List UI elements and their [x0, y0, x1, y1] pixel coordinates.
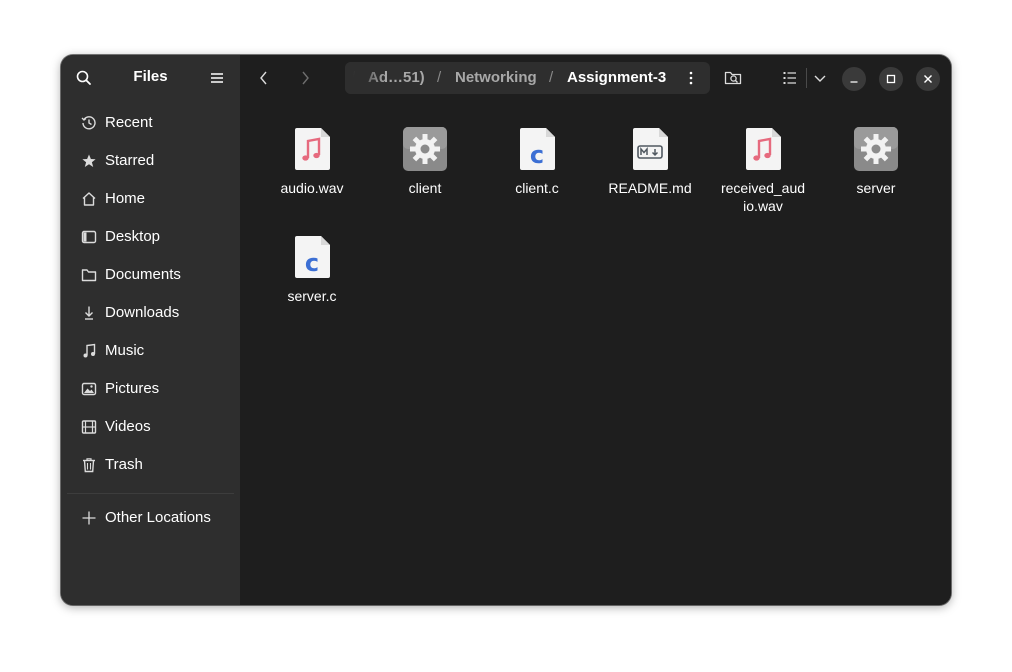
sidebar: Files Recent Starred Home Desktop Docume…	[61, 55, 240, 605]
svg-text:c: c	[305, 249, 319, 277]
main-content: / Ad…51) / Networking / Assignment-3	[240, 55, 951, 605]
chevron-left-icon	[260, 71, 267, 85]
sidebar-item-label: Downloads	[105, 304, 180, 321]
svg-text:c: c	[530, 141, 544, 169]
desktop-icon	[81, 229, 97, 245]
pictures-icon	[81, 381, 97, 397]
plus-icon	[81, 510, 97, 526]
sidebar-item-home[interactable]: Home	[69, 182, 234, 216]
sidebar-item-starred[interactable]: Starred	[69, 144, 234, 178]
header-bar: / Ad…51) / Networking / Assignment-3	[240, 55, 951, 101]
file-name: client.c	[515, 180, 559, 196]
star-icon	[81, 153, 97, 169]
chevron-right-icon	[302, 71, 309, 85]
minimize-button[interactable]	[842, 67, 866, 91]
sidebar-item-label: Starred	[105, 152, 155, 169]
file-name: client	[408, 180, 442, 196]
view-options-button[interactable]	[812, 70, 828, 86]
markdown-file-icon	[630, 127, 670, 171]
breadcrumb-separator: /	[437, 69, 442, 86]
sidebar-item-downloads[interactable]: Downloads	[69, 296, 234, 330]
sidebar-item-other-locations[interactable]: Other Locations	[69, 501, 234, 535]
audio-file-icon	[743, 127, 783, 171]
maximize-icon	[886, 74, 896, 84]
executable-gear-icon	[854, 127, 898, 171]
sidebar-item-music[interactable]: Music	[69, 334, 234, 368]
music-icon	[81, 343, 97, 359]
c-source-file-icon: c	[517, 127, 557, 171]
minimize-icon	[850, 81, 858, 83]
sidebar-divider	[67, 493, 234, 494]
home-icon	[81, 191, 97, 207]
sidebar-item-videos[interactable]: Videos	[69, 410, 234, 444]
sidebar-item-label: Music	[105, 342, 145, 359]
list-view-icon	[783, 72, 796, 84]
sidebar-item-label: Pictures	[105, 380, 160, 397]
sidebar-item-documents[interactable]: Documents	[69, 258, 234, 292]
executable-gear-icon	[403, 127, 447, 171]
c-source-file-icon: c	[292, 235, 332, 279]
sidebar-item-label: Trash	[105, 456, 143, 473]
file-name: server.c	[287, 288, 337, 304]
sidebar-item-recent[interactable]: Recent	[69, 106, 234, 140]
search-folder-button[interactable]	[724, 69, 742, 87]
sidebar-item-label: Recent	[105, 114, 153, 131]
sidebar-item-label: Home	[105, 190, 146, 207]
breadcrumb: / Ad…51) / Networking / Assignment-3	[345, 62, 710, 94]
breadcrumb-current[interactable]: Assignment-3	[567, 69, 666, 86]
file-name: received_audio.wav	[720, 180, 806, 214]
kebab-menu-icon	[689, 71, 693, 85]
app-title: Files	[133, 68, 168, 85]
videos-icon	[81, 419, 97, 435]
file-name: audio.wav	[280, 180, 344, 196]
close-button[interactable]	[916, 67, 940, 91]
folder-search-icon	[724, 71, 742, 85]
audio-file-icon	[292, 127, 332, 171]
file-manager-window: Files Recent Starred Home Desktop Docume…	[61, 55, 951, 605]
sidebar-item-label: Desktop	[105, 228, 161, 245]
breadcrumb-fade	[345, 62, 385, 94]
sidebar-item-trash[interactable]: Trash	[69, 448, 234, 482]
clock-icon	[81, 115, 97, 131]
sidebar-item-pictures[interactable]: Pictures	[69, 372, 234, 406]
sidebar-item-label: Documents	[105, 266, 181, 283]
folder-menu-button[interactable]	[683, 70, 699, 86]
list-view-button[interactable]	[782, 70, 798, 86]
chevron-down-icon	[814, 75, 826, 82]
search-icon[interactable]	[75, 69, 93, 87]
close-icon	[924, 75, 932, 83]
sidebar-item-label: Other Locations	[105, 509, 211, 526]
sidebar-item-desktop[interactable]: Desktop	[69, 220, 234, 254]
file-name: server	[856, 180, 896, 196]
maximize-button[interactable]	[879, 67, 903, 91]
view-divider	[806, 68, 807, 88]
breadcrumb-separator: /	[549, 69, 554, 86]
documents-icon	[81, 267, 97, 283]
back-button[interactable]	[256, 69, 272, 87]
hamburger-menu-icon[interactable]	[210, 71, 224, 85]
breadcrumb-item[interactable]: Networking	[455, 69, 537, 86]
sidebar-nav: Recent Starred Home Desktop Documents Do…	[69, 106, 234, 486]
sidebar-item-label: Videos	[105, 418, 151, 435]
sidebar-header: Files	[61, 55, 240, 101]
download-icon	[81, 305, 97, 321]
trash-icon	[81, 457, 97, 473]
file-name: README.md	[608, 180, 692, 196]
forward-button[interactable]	[297, 69, 313, 87]
